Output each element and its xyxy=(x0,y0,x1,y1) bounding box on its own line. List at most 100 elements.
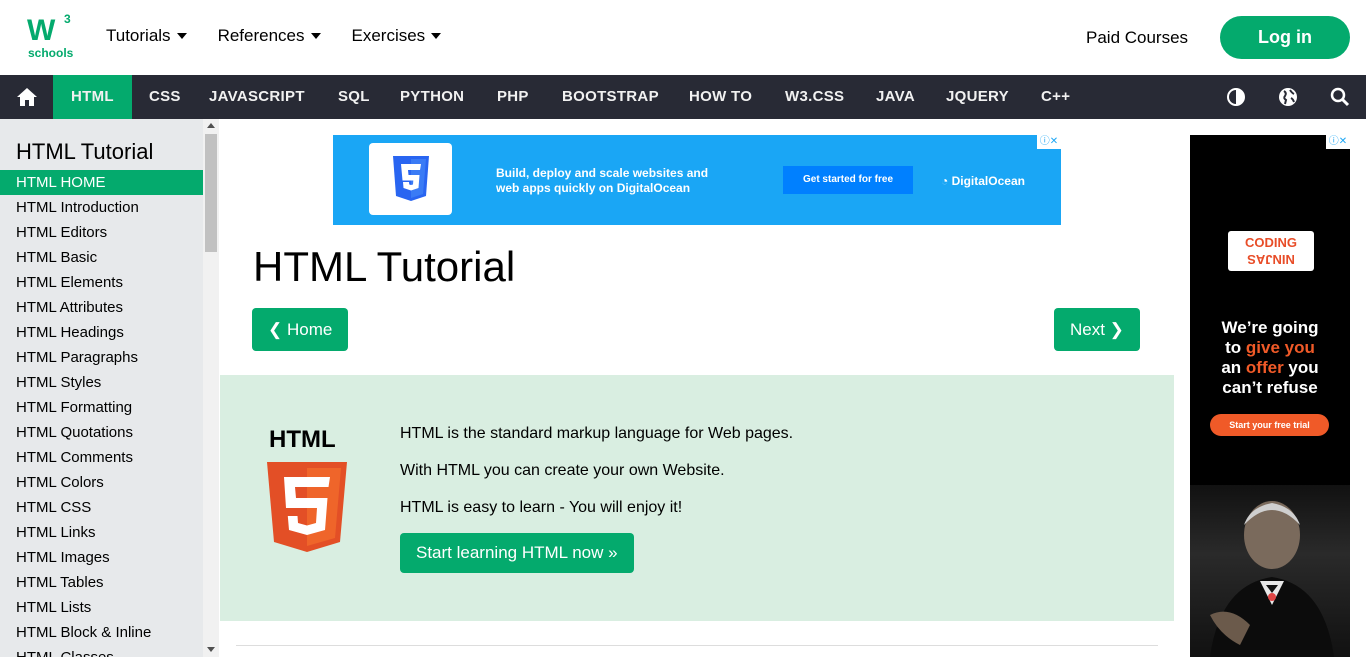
nav-css[interactable]: CSS xyxy=(149,75,181,119)
sidebar-item-images[interactable]: HTML Images xyxy=(0,545,203,570)
sidebar-scrollbar[interactable] xyxy=(203,119,219,657)
logo-schools: schools xyxy=(28,46,74,60)
divider xyxy=(236,645,1158,646)
tagline-2: to give you xyxy=(1190,338,1350,358)
intro-line-2: With HTML you can create your own Websit… xyxy=(400,462,725,479)
sidebar-item-formatting[interactable]: HTML Formatting xyxy=(0,395,203,420)
nav-cpp[interactable]: C++ xyxy=(1041,75,1070,119)
exercises-label: Exercises xyxy=(351,26,426,45)
caret-down-icon xyxy=(310,33,321,39)
paid-courses-link[interactable]: Paid Courses xyxy=(1086,28,1188,48)
sidebar-item-headings[interactable]: HTML Headings xyxy=(0,320,203,345)
digitalocean-label: DigitalOcean xyxy=(951,174,1025,188)
logo-superscript: 3 xyxy=(64,12,71,26)
sidebar-item-quotations[interactable]: HTML Quotations xyxy=(0,420,203,445)
tutorials-label: Tutorials xyxy=(106,26,171,45)
sidebar-nav: HTML HOME HTML Introduction HTML Editors… xyxy=(0,170,203,657)
topics-nav: HTML CSS JAVASCRIPT SQL PYTHON PHP BOOTS… xyxy=(0,75,1366,119)
exercises-menu[interactable]: Exercises xyxy=(352,26,442,46)
top-header: W 3 schools Tutorials References Exercis… xyxy=(0,0,1366,75)
ad-photo xyxy=(1190,485,1350,657)
page-title: HTML Tutorial xyxy=(253,243,516,290)
references-label: References xyxy=(217,26,305,45)
nav-jquery[interactable]: JQUERY xyxy=(946,75,1009,119)
login-button[interactable]: Log in xyxy=(1220,16,1350,59)
side-banner-ad[interactable]: ⓘ✕ CODING NINJAS We’re going to give you… xyxy=(1190,135,1350,657)
coding-ninjas-logo: CODING NINJAS xyxy=(1228,231,1314,271)
intro-line-3: HTML is easy to learn - You will enjoy i… xyxy=(400,499,683,516)
intro-line-1: HTML is the standard markup language for… xyxy=(400,425,794,442)
sidebar: HTML Tutorial HTML HOME HTML Introductio… xyxy=(0,119,219,657)
css3-icon xyxy=(392,156,429,201)
sidebar-item-html-home[interactable]: HTML HOME xyxy=(0,170,203,195)
contrast-toggle[interactable] xyxy=(1226,87,1246,107)
ad-info-icon[interactable]: ⓘ✕ xyxy=(1037,135,1061,149)
sidebar-item-tables[interactable]: HTML Tables xyxy=(0,570,203,595)
nav-w3css[interactable]: W3.CSS xyxy=(785,75,844,119)
header-nav: Tutorials References Exercises xyxy=(106,26,472,46)
sidebar-item-lists[interactable]: HTML Lists xyxy=(0,595,203,620)
html-label: HTML xyxy=(269,426,336,453)
ad-info-icon[interactable]: ⓘ✕ xyxy=(1326,135,1350,149)
nav-bootstrap[interactable]: BOOTSTRAP xyxy=(562,75,659,119)
portrait-image xyxy=(1210,501,1334,657)
home-button[interactable] xyxy=(0,75,53,119)
digitalocean-icon: ◔ xyxy=(941,174,952,188)
digitalocean-logo: ◔ DigitalOcean xyxy=(941,174,1025,188)
tagline-1: We’re going xyxy=(1221,318,1319,337)
sidebar-item-paragraphs[interactable]: HTML Paragraphs xyxy=(0,345,203,370)
tagline-3b: offer xyxy=(1245,358,1284,377)
sidebar-item-colors[interactable]: HTML Colors xyxy=(0,470,203,495)
scrollbar-thumb[interactable] xyxy=(205,134,217,252)
nav-java[interactable]: JAVA xyxy=(876,75,915,119)
sidebar-item-basic[interactable]: HTML Basic xyxy=(0,245,203,270)
tagline-3: an offer you xyxy=(1190,358,1350,378)
nav-howto[interactable]: HOW TO xyxy=(689,75,752,119)
sidebar-item-block-inline[interactable]: HTML Block & Inline xyxy=(0,620,203,645)
nav-html[interactable]: HTML xyxy=(53,75,132,119)
prev-home-button[interactable]: ❮ Home xyxy=(252,308,349,351)
intro-panel: HTML HTML is the standard markup languag… xyxy=(220,375,1174,621)
main-content: Build, deploy and scale websites and web… xyxy=(220,119,1174,657)
nav-javascript[interactable]: JAVASCRIPT xyxy=(209,75,305,119)
tutorials-menu[interactable]: Tutorials xyxy=(106,26,187,46)
sidebar-item-comments[interactable]: HTML Comments xyxy=(0,445,203,470)
ad-cta-button[interactable]: Get started for free xyxy=(783,166,913,194)
sidebar-item-introduction[interactable]: HTML Introduction xyxy=(0,195,203,220)
language-button[interactable] xyxy=(1278,87,1298,107)
start-learning-button[interactable]: Start learning HTML now » xyxy=(400,533,634,573)
nav-php[interactable]: PHP xyxy=(497,75,529,119)
globe-icon xyxy=(1279,88,1297,106)
tagline-3c: you xyxy=(1283,358,1319,377)
coding-ninjas-line1: CODING xyxy=(1245,235,1297,250)
search-button[interactable] xyxy=(1330,87,1350,107)
nav-python[interactable]: PYTHON xyxy=(400,75,464,119)
free-trial-button[interactable]: Start your free trial xyxy=(1210,414,1329,436)
sidebar-item-css[interactable]: HTML CSS xyxy=(0,495,203,520)
sidebar-item-attributes[interactable]: HTML Attributes xyxy=(0,295,203,320)
coding-ninjas-line2: NINJAS xyxy=(1247,252,1295,267)
references-menu[interactable]: References xyxy=(218,26,321,46)
tagline-4: can’t refuse xyxy=(1222,378,1318,397)
scroll-up-icon[interactable] xyxy=(207,123,215,128)
sidebar-item-elements[interactable]: HTML Elements xyxy=(0,270,203,295)
w3schools-logo[interactable]: W 3 schools xyxy=(27,12,77,62)
search-icon xyxy=(1330,87,1350,107)
caret-down-icon xyxy=(176,33,187,39)
css3-logo xyxy=(369,143,452,215)
sidebar-item-links[interactable]: HTML Links xyxy=(0,520,203,545)
sidebar-title: HTML Tutorial xyxy=(16,139,154,164)
next-button[interactable]: Next ❯ xyxy=(1054,308,1140,351)
logo-w: W xyxy=(27,14,55,47)
sidebar-item-styles[interactable]: HTML Styles xyxy=(0,370,203,395)
top-banner-ad[interactable]: Build, deploy and scale websites and web… xyxy=(333,135,1061,225)
scroll-down-icon[interactable] xyxy=(207,647,215,652)
tagline-3a: an xyxy=(1221,358,1246,377)
ad-tagline: We’re going to give you an offer you can… xyxy=(1190,318,1350,398)
tagline-2a: to xyxy=(1225,338,1246,357)
sidebar-item-editors[interactable]: HTML Editors xyxy=(0,220,203,245)
ad-copy-line1: Build, deploy and scale websites and xyxy=(496,166,709,180)
sidebar-item-classes[interactable]: HTML Classes xyxy=(0,645,203,657)
nav-sql[interactable]: SQL xyxy=(338,75,370,119)
contrast-icon xyxy=(1227,88,1245,106)
